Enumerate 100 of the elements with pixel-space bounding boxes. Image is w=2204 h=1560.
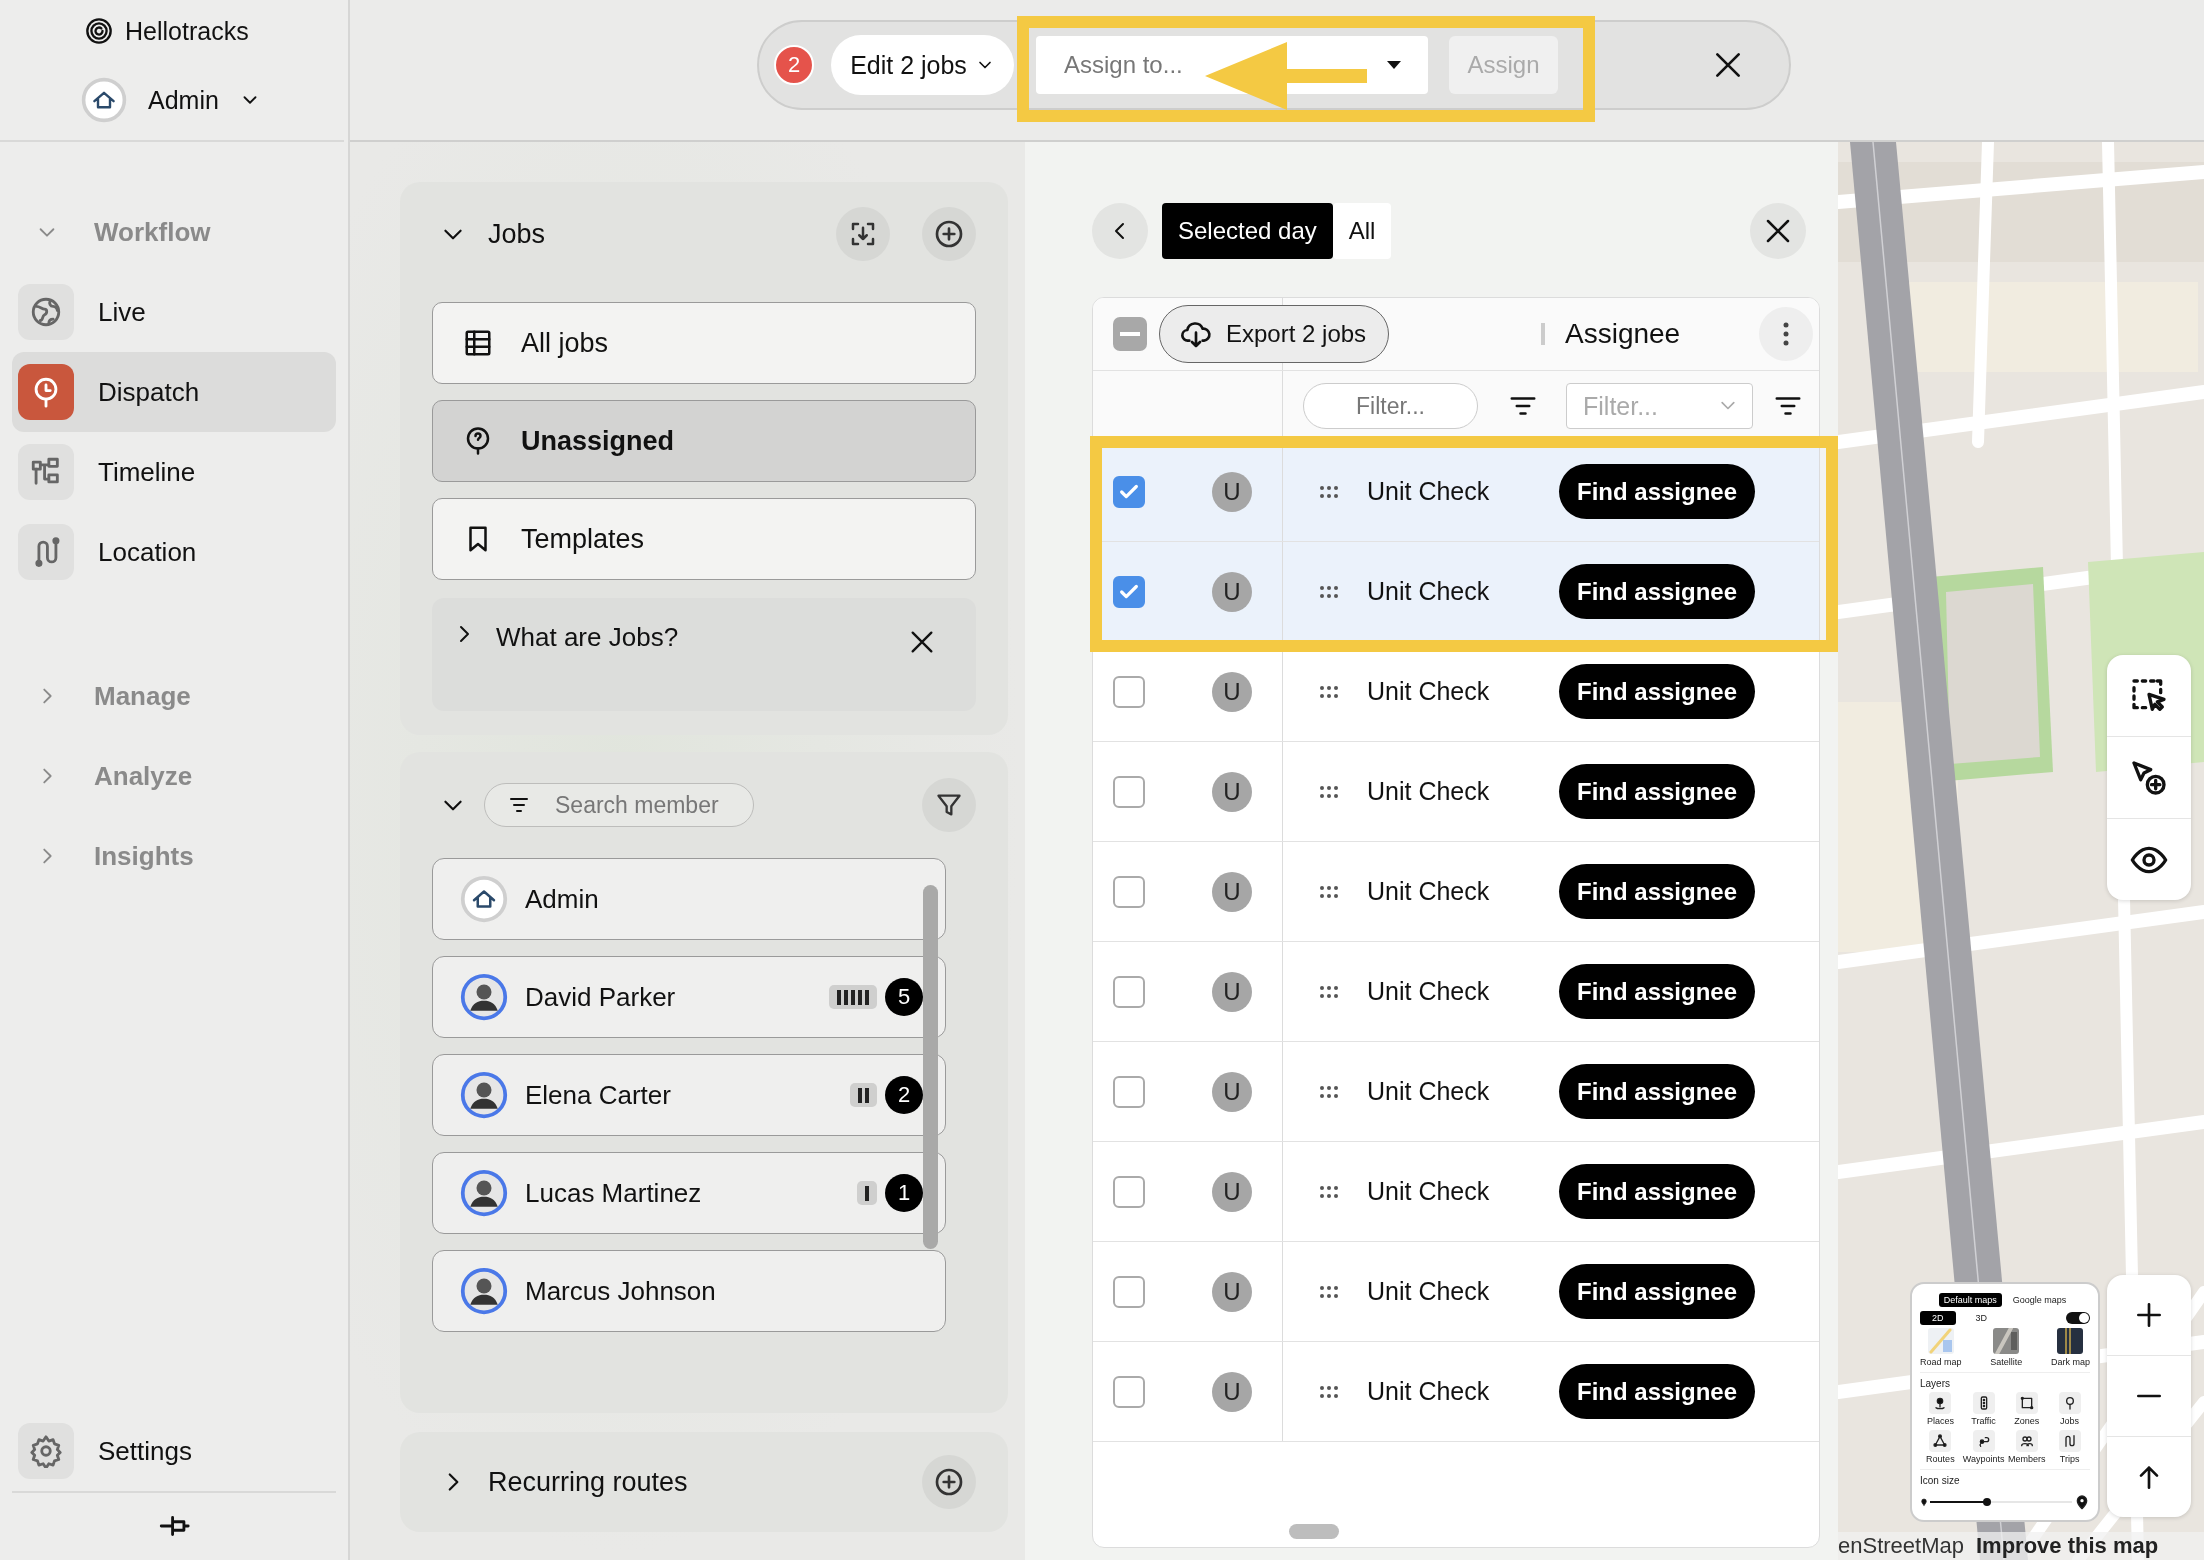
small-pin-icon [1920,1497,1928,1507]
globe-icon [29,295,63,329]
find-assignee-button[interactable]: Find assignee [1559,464,1756,519]
sidebar-item[interactable]: Dispatch [12,352,336,432]
map-thumbnail-icon[interactable] [1993,1328,2020,1354]
drag-handle-icon[interactable] [1319,1084,1339,1099]
path-icon[interactable] [2058,1430,2081,1452]
map-thumbnail-icon[interactable] [2057,1328,2084,1354]
member-item[interactable]: Marcus Johnson [432,1250,946,1332]
job-filter-item[interactable]: Templates [432,498,976,580]
improve-map-link[interactable]: Improve this map [1975,1533,2159,1559]
checkbox[interactable] [1113,1275,1145,1308]
view-mode-tab[interactable]: 3D [1963,1311,2000,1325]
checkbox[interactable] [1113,675,1145,708]
logo-icon [85,17,113,45]
drag-handle-icon[interactable] [1319,684,1339,699]
find-assignee-button[interactable]: Find assignee [1559,664,1756,719]
sidebar-item[interactable]: Live [12,272,336,352]
member-item[interactable]: Lucas Martinez 1 [432,1152,946,1234]
view-mode-tab[interactable]: 2D [1920,1311,1956,1325]
avatar-icon [80,76,128,124]
select-all-checkbox[interactable] [1113,317,1147,351]
search-field[interactable]: Search member [484,783,754,827]
job-filter-item[interactable]: All jobs [432,302,976,384]
close-button[interactable] [1750,203,1806,259]
job-filter-item[interactable]: Unassigned [432,400,976,482]
avatar: U [1212,1171,1252,1212]
find-assignee-button[interactable]: Find assignee [1559,864,1756,919]
checkbox[interactable] [1113,1175,1145,1208]
plus-icon [933,1466,965,1498]
filter-field[interactable]: Filter... [1304,391,1477,421]
layer-label: Trips [2059,1454,2080,1464]
people-icon[interactable] [2015,1430,2038,1452]
slider-thumb[interactable] [1982,1498,1991,1506]
member-item[interactable]: Elena Carter 2 [432,1054,946,1136]
find-assignee-button[interactable]: Find assignee [1559,1064,1756,1119]
count-badge: 1 [885,1174,923,1212]
checkbox[interactable] [1113,1075,1145,1108]
find-assignee-button[interactable]: Find assignee [1559,1364,1756,1419]
filter-dropdown[interactable]: Filter... [1566,383,1753,429]
checkbox[interactable] [1113,775,1145,808]
member-item[interactable]: Admin [432,858,946,940]
view-tab[interactable]: All [1332,203,1392,259]
job-title: Unit Check [1367,677,1491,706]
plus-icon [933,218,965,250]
map-source-tab[interactable]: Default maps [1938,1293,2002,1307]
layer-label: Traffic [1971,1416,1996,1426]
find-assignee-button[interactable]: Find assignee [1559,764,1756,819]
drag-handle-icon[interactable] [1319,484,1339,499]
drag-handle-icon[interactable] [1319,1184,1339,1199]
avatar-icon [459,874,509,924]
sidebar-item[interactable]: Location [12,512,336,592]
job-title: Unit Check [1367,777,1491,806]
map-thumbnail-icon[interactable] [1927,1328,1954,1354]
section-title: Layers [1920,1378,1951,1389]
attribution-text: enStreetMap [1838,1533,1964,1559]
member-item[interactable]: David Parker 5 [432,956,946,1038]
panel-title: Jobs [488,218,546,250]
tally-icon [857,1181,877,1205]
drag-handle-icon[interactable] [1319,1384,1339,1399]
square-icon[interactable] [2015,1392,2038,1414]
checkbox[interactable] [1113,475,1145,508]
drag-handle-icon[interactable] [1319,884,1339,899]
find-assignee-button[interactable]: Find assignee [1559,1264,1756,1319]
map-source-tab[interactable]: Google maps [2007,1293,2072,1307]
export-button[interactable]: Export 2 jobs [1159,305,1390,363]
help-link[interactable]: What are Jobs? [496,622,679,653]
checkbox[interactable] [1113,1375,1145,1408]
find-assignee-button[interactable]: Find assignee [1559,564,1756,619]
panel-title: Recurring routes [488,1466,688,1498]
filter-dropdown[interactable]: Filter... [1581,390,1713,422]
checkbox[interactable] [1113,575,1145,608]
drag-handle-icon[interactable] [1319,584,1339,599]
checkbox[interactable] [1113,975,1145,1008]
waypoint-icon[interactable] [1972,1430,1995,1452]
count-badge: 2 [885,1076,923,1114]
pin-icon[interactable] [1929,1392,1952,1414]
assign-field[interactable]: Assign to... [1062,50,1194,80]
traffic-light-icon[interactable] [1972,1392,1995,1414]
sidebar-item[interactable]: Settings [12,1411,336,1491]
avatar: U [1212,1271,1252,1312]
drag-handle-icon[interactable] [1319,784,1339,799]
drag-handle-icon[interactable] [1319,1284,1339,1299]
sidebar-item[interactable]: Timeline [12,432,336,512]
checkbox[interactable] [1113,875,1145,908]
find-assignee-button[interactable]: Find assignee [1559,964,1756,1019]
section-title: Icon size [1920,1475,1961,1486]
layer-label: Zones [2014,1416,2040,1426]
search-field[interactable]: Search member [553,790,733,820]
drag-handle-icon[interactable] [1319,984,1339,999]
scrollbar [1289,1524,1339,1539]
edit-menu-button[interactable]: Edit 2 jobs [831,35,1014,95]
view-tab[interactable]: Selected day [1162,203,1333,259]
filter-field[interactable]: Filter... [1303,383,1478,429]
account-menu[interactable]: Admin [0,76,267,124]
balloon-icon[interactable] [2058,1392,2081,1414]
map-style-label: Satellite [1990,1357,2023,1367]
toggle-switch[interactable] [2066,1312,2090,1324]
find-assignee-button[interactable]: Find assignee [1559,1164,1756,1219]
brand-name: Hellotracks [125,16,249,46]
